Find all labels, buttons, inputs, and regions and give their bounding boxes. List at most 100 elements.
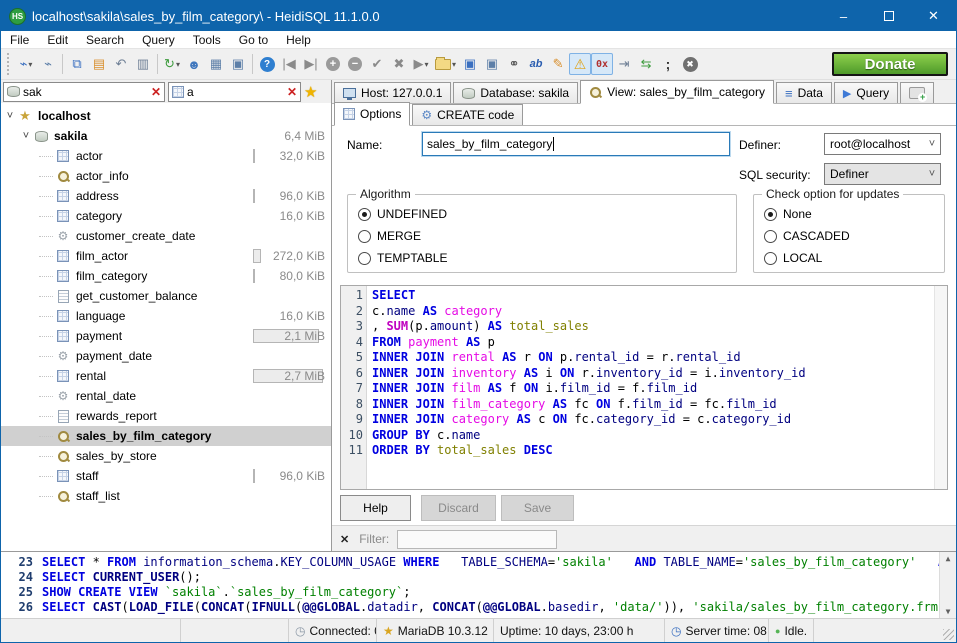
close-button[interactable]: ✕ [911,1,956,31]
reconnect-button[interactable]: ⇆ [635,53,657,75]
execute-sql-button[interactable]: ▶▾ [410,53,432,75]
tree-item-rental[interactable]: rental2,7 MiB [1,366,331,386]
menu-item-help[interactable]: Help [277,31,320,48]
last-record-button[interactable]: ▶| [300,53,322,75]
clear-database-filter-icon[interactable]: ✕ [151,85,161,99]
copy-button[interactable]: ⧉ [66,53,88,75]
view-name-input[interactable]: sales_by_film_category [422,132,730,156]
radio-check-option-none[interactable]: None [764,207,812,221]
blob-editor-button[interactable]: ▣ [227,53,249,75]
menu-item-search[interactable]: Search [77,31,133,48]
tree-item-actor-info[interactable]: actor_info [1,166,331,186]
close-filter-icon[interactable]: ✕ [340,533,349,546]
session-disconnect-button[interactable]: ⌁ [37,53,59,75]
subtab-label: Options [360,107,401,121]
menu-item-file[interactable]: File [1,31,38,48]
subtab-create-code[interactable]: ⚙CREATE code [412,104,523,125]
favorites-star-icon[interactable]: ★ [304,83,317,101]
radio-check-option-cascaded[interactable]: CASCADED [764,229,850,243]
undo-button[interactable]: ↶ [110,53,132,75]
radio-algorithm-undefined[interactable]: UNDEFINED [358,207,447,221]
definer-combobox[interactable]: root@localhost ˅ [824,133,941,155]
menu-item-edit[interactable]: Edit [38,31,77,48]
menu-item-tools[interactable]: Tools [184,31,230,48]
tree-item-sales-by-film-category[interactable]: sales_by_film_category [1,426,331,446]
editor-scrollbar[interactable] [934,286,947,489]
semicolon-delimiter-button[interactable]: ; [657,53,679,75]
delete-record-button[interactable]: − [344,53,366,75]
tab-query[interactable]: ▶Query [834,82,898,103]
tree-item-category[interactable]: category16,0 KiB [1,206,331,226]
indent-button[interactable]: ⇥ [613,53,635,75]
tree-item-staff[interactable]: staff96,0 KiB [1,466,331,486]
tab-database-sakila[interactable]: Database: sakila [453,82,578,103]
tree-item-sakila[interactable]: ˅sakila6,4 MiB [1,126,331,146]
tree-item-get-customer-balance[interactable]: get_customer_balance [1,286,331,306]
session-connect-button[interactable]: ⌁▾ [15,53,37,75]
expand-chevron-icon[interactable]: ˅ [19,130,33,142]
export-database-button[interactable]: ▦ [205,53,227,75]
hex-view-button[interactable]: 0x [591,53,613,75]
line-number: 23 [1,555,37,570]
radio-check-option-local[interactable]: LOCAL [764,251,822,265]
tab-view-sales-by-film-category[interactable]: View: sales_by_film_category [580,80,774,104]
open-sql-file-button[interactable]: ▾ [432,53,459,75]
radio-algorithm-merge[interactable]: MERGE [358,229,421,243]
resize-grip[interactable] [943,629,954,640]
cancel-editing-button[interactable]: ✖ [388,53,410,75]
help-button[interactable]: ? [256,53,278,75]
tree-item-sales-by-store[interactable]: sales_by_store [1,446,331,466]
replace-text-button[interactable]: ab [525,53,547,75]
table-filter-input[interactable]: a ✕ [168,82,301,102]
radio-algorithm-temptable[interactable]: TEMPTABLE [358,251,447,265]
reformat-sql-button[interactable]: ✎ [547,53,569,75]
database-filter-input[interactable]: sak ✕ [3,82,165,102]
database-filter-value: sak [20,85,151,99]
highlight-warnings-button[interactable]: ⚠ [569,53,591,75]
first-record-button[interactable]: |◀ [278,53,300,75]
print-button[interactable]: ▥ [132,53,154,75]
tab-host-127-0-0-1[interactable]: Host: 127.0.0.1 [334,82,451,103]
menu-item-go-to[interactable]: Go to [230,31,277,48]
tree-item-rewards-report[interactable]: rewards_report [1,406,331,426]
status-segment-empty-1 [181,619,289,642]
tree-item-address[interactable]: address96,0 KiB [1,186,331,206]
stop-process-button[interactable]: ✖ [679,53,701,75]
tree-item-film-category[interactable]: film_category80,0 KiB [1,266,331,286]
scroll-down-icon[interactable]: ▼ [946,605,951,618]
clear-table-filter-icon[interactable]: ✕ [287,85,297,99]
post-changes-button[interactable]: ✔ [366,53,388,75]
user-manager-button[interactable]: ☻ [183,53,205,75]
expand-chevron-icon[interactable]: ˅ [3,110,17,122]
find-text-button[interactable]: ⚭ [503,53,525,75]
save-sql-as-button[interactable]: ▣ [481,53,503,75]
tree-item-rental-date[interactable]: ⚙rental_date [1,386,331,406]
tree-item-payment-date[interactable]: ⚙payment_date [1,346,331,366]
radio-label: CASCADED [783,229,850,243]
filter-input[interactable] [397,530,557,549]
tab-new-query[interactable] [900,82,934,103]
paste-button[interactable]: ▤ [88,53,110,75]
save-sql-button[interactable]: ▣ [459,53,481,75]
tree-item-language[interactable]: language16,0 KiB [1,306,331,326]
tree-item-customer-create-date[interactable]: ⚙customer_create_date [1,226,331,246]
tree-item-staff-list[interactable]: staff_list [1,486,331,506]
tree-item-localhost[interactable]: ˅★localhost [1,106,331,126]
tree-item-actor[interactable]: actor32,0 KiB [1,146,331,166]
maximize-button[interactable] [866,1,911,31]
view-select-code-editor[interactable]: 1SELECT2c.name AS category3, SUM(p.amoun… [340,285,948,490]
tree-item-payment[interactable]: payment2,1 MiB [1,326,331,346]
scroll-up-icon[interactable]: ▲ [946,552,951,565]
subtab-options[interactable]: Options [334,102,410,126]
menu-item-query[interactable]: Query [133,31,184,48]
insert-record-button[interactable]: + [322,53,344,75]
tab-data[interactable]: ≡Data [776,82,832,103]
tree-item-film-actor[interactable]: film_actor272,0 KiB [1,246,331,266]
refresh-button[interactable]: ↻▾ [161,53,183,75]
donate-button[interactable]: Donate [832,52,948,76]
minimize-button[interactable]: – [821,1,866,31]
table-icon [55,469,71,483]
sql-security-combobox[interactable]: Definer ˅ [824,163,941,185]
help-button[interactable]: Help [340,495,411,521]
log-scrollbar[interactable]: ▲ ▼ [939,552,956,618]
